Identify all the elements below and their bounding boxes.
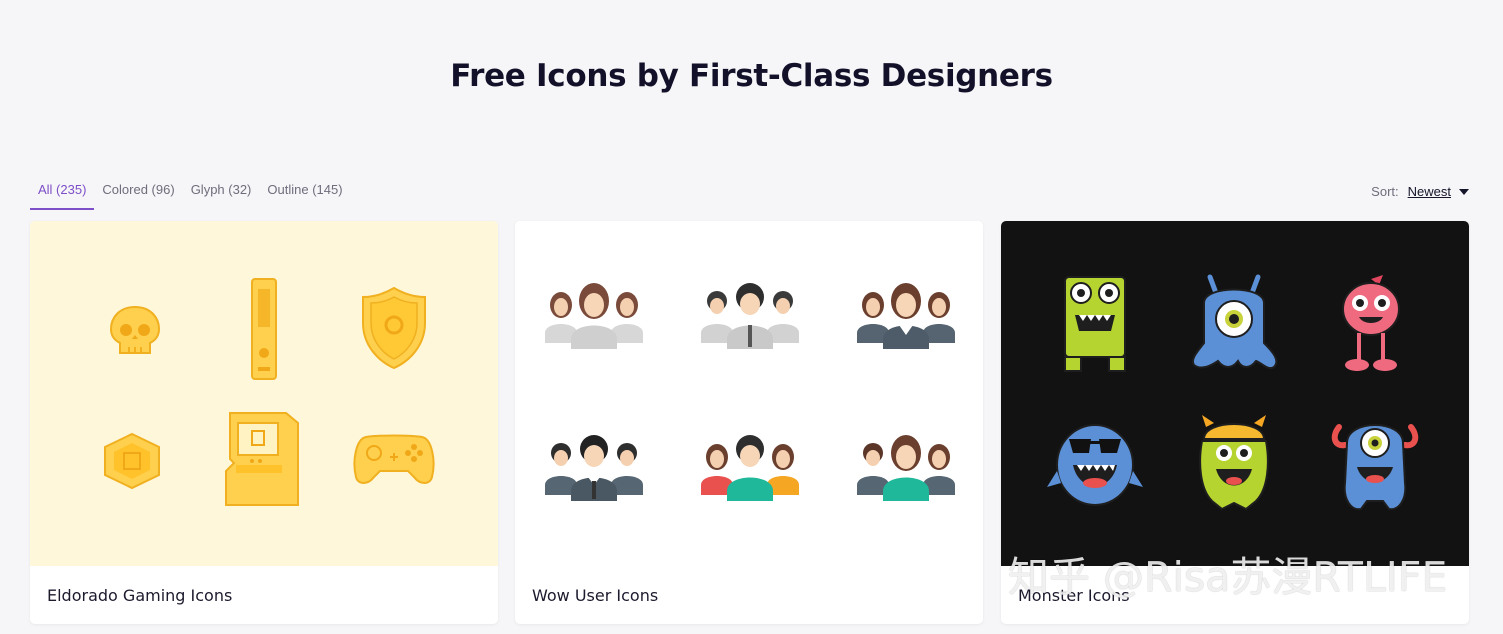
icon-pack-card[interactable]: Wow User Icons [515, 221, 983, 624]
square-monster-icon [1064, 276, 1126, 372]
coin-icon [104, 432, 160, 490]
pack-preview[interactable] [1001, 221, 1469, 566]
pink-monster-icon [1342, 275, 1400, 371]
sort-dropdown[interactable]: Newest [1408, 184, 1451, 199]
console-icon [251, 278, 277, 380]
business-team-icon [857, 283, 955, 349]
pack-name[interactable]: Wow User Icons [532, 586, 658, 605]
cyclops-blob-monster-icon [1192, 274, 1278, 370]
suits-group-icon [545, 435, 643, 501]
mixed-team-icon [857, 435, 955, 501]
watermark-text: 知乎 @Risa苏漫RTLIFE [1008, 553, 1448, 601]
filter-tabs: All (235) Colored (96) Glyph (32) Outlin… [30, 180, 351, 210]
sort-control: Sort: Newest [1371, 184, 1469, 199]
businessmen-group-icon [701, 283, 799, 349]
icon-pack-card[interactable]: Eldorado Gaming Icons [30, 221, 498, 624]
shield-icon [362, 286, 426, 370]
pack-name[interactable]: Eldorado Gaming Icons [47, 586, 232, 605]
tab-glyph[interactable]: Glyph (32) [183, 180, 260, 210]
sunglasses-monster-icon [1047, 424, 1143, 506]
gamepad-icon [353, 434, 435, 484]
caret-down-icon[interactable] [1459, 188, 1469, 195]
sort-label: Sort: [1371, 184, 1399, 199]
women-group-icon [545, 283, 643, 349]
helmet-monster-icon [1199, 415, 1269, 511]
skull-icon [109, 305, 161, 354]
tab-all[interactable]: All (235) [30, 180, 95, 210]
pack-preview[interactable] [515, 221, 983, 566]
arcade-machine-icon [225, 412, 299, 506]
colorful-team-icon [701, 435, 799, 501]
tab-outline[interactable]: Outline (145) [259, 180, 350, 210]
pack-preview[interactable] [30, 221, 498, 566]
page-title: Free Icons by First-Class Designers [450, 58, 1053, 94]
tab-colored[interactable]: Colored (96) [94, 180, 182, 210]
horned-cyclops-monster-icon [1331, 424, 1419, 511]
